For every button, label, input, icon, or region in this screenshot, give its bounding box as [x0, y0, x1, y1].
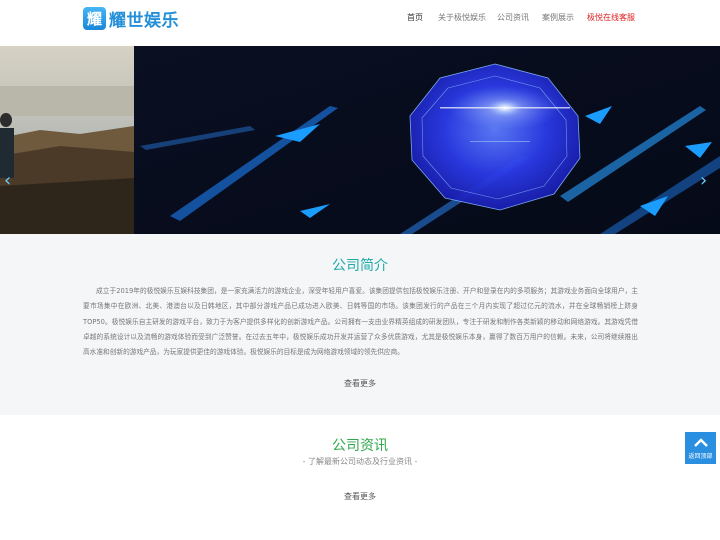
nav-news[interactable]: 公司资讯 [497, 12, 529, 23]
news-more-link[interactable]: 查看更多 [0, 491, 720, 502]
about-section: 公司简介 成立于2019年的极悦娱乐互娱科技集团，是一家充满活力的游戏企业，深受… [0, 234, 720, 415]
about-body: 成立于2019年的极悦娱乐互娱科技集团，是一家充满活力的游戏企业，深受年轻用户喜… [83, 287, 638, 357]
nav-cases[interactable]: 案例展示 [542, 12, 574, 23]
about-title: 公司简介 [332, 258, 388, 274]
site-header: 耀 耀世娱乐 首页 关于极悦娱乐 公司资讯 案例展示 极悦在线客服 [0, 0, 720, 37]
main-nav: 首页 关于极悦娱乐 公司资讯 案例展示 极悦在线客服 [0, 0, 720, 37]
banner-next-arrow-icon[interactable]: › [700, 172, 707, 190]
banner-prev-arrow-icon[interactable]: ‹ [4, 172, 11, 190]
chevron-up-icon [693, 438, 708, 447]
news-subtitle: - 了解最新公司动态及行业资讯 - [302, 457, 418, 466]
back-to-top-button[interactable]: 返回顶部 [685, 432, 716, 464]
nav-online-service[interactable]: 极悦在线客服 [587, 12, 635, 23]
news-title: 公司资讯 [332, 438, 388, 454]
back-to-top-label: 返回顶部 [688, 453, 713, 460]
about-more-link[interactable]: 查看更多 [0, 378, 720, 389]
news-section: 公司资讯 - 了解最新公司动态及行业资讯 - 查看更多 [0, 415, 720, 540]
hero-banner[interactable]: ‹ › [0, 46, 720, 234]
banner-artwork [0, 46, 720, 234]
nav-about[interactable]: 关于极悦娱乐 [438, 12, 486, 23]
nav-home[interactable]: 首页 [407, 12, 423, 23]
